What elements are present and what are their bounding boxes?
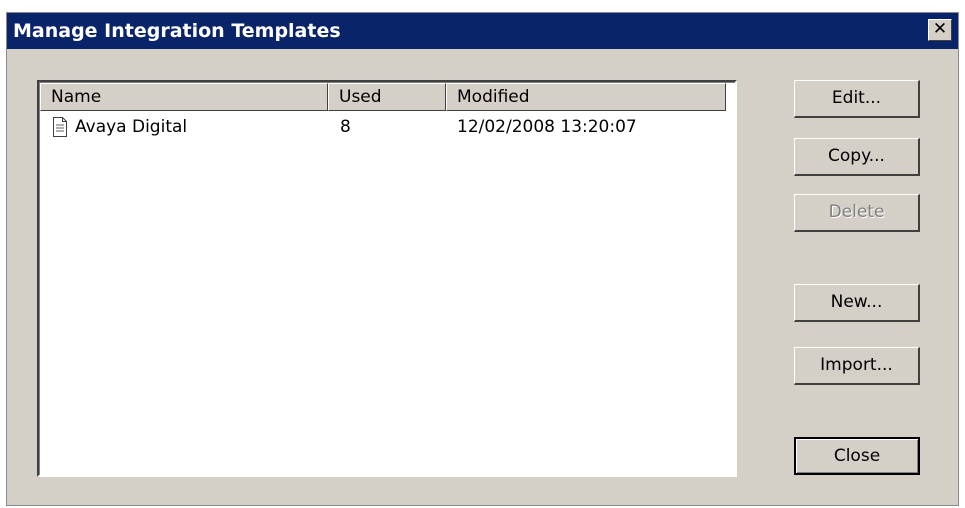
- close-window-button[interactable]: ✕: [928, 19, 952, 41]
- column-header-modified[interactable]: Modified: [446, 83, 726, 111]
- edit-button[interactable]: Edit...: [794, 80, 920, 118]
- new-button[interactable]: New...: [794, 284, 920, 322]
- copy-button[interactable]: Copy...: [794, 138, 920, 176]
- table-row[interactable]: Avaya Digital 8 12/02/2008 13:20:07: [40, 113, 734, 141]
- delete-button[interactable]: Delete: [794, 194, 920, 232]
- window-title: Manage Integration Templates: [13, 20, 341, 42]
- row-modified: 12/02/2008 13:20:07: [457, 117, 637, 137]
- document-icon: [53, 117, 67, 137]
- close-button[interactable]: Close: [794, 437, 920, 475]
- title-bar[interactable]: Manage Integration Templates ✕: [7, 13, 958, 49]
- manage-integration-templates-dialog: Manage Integration Templates ✕ Name Used…: [6, 12, 959, 506]
- list-header: Name Used Modified: [40, 83, 734, 111]
- column-header-name[interactable]: Name: [40, 83, 328, 111]
- row-used: 8: [340, 117, 351, 137]
- import-button[interactable]: Import...: [794, 347, 920, 385]
- templates-list-view[interactable]: Name Used Modified Avaya Digital 8 12/02…: [37, 80, 737, 477]
- close-icon: ✕: [932, 19, 948, 39]
- row-name: Avaya Digital: [75, 117, 188, 137]
- column-header-used[interactable]: Used: [328, 83, 446, 111]
